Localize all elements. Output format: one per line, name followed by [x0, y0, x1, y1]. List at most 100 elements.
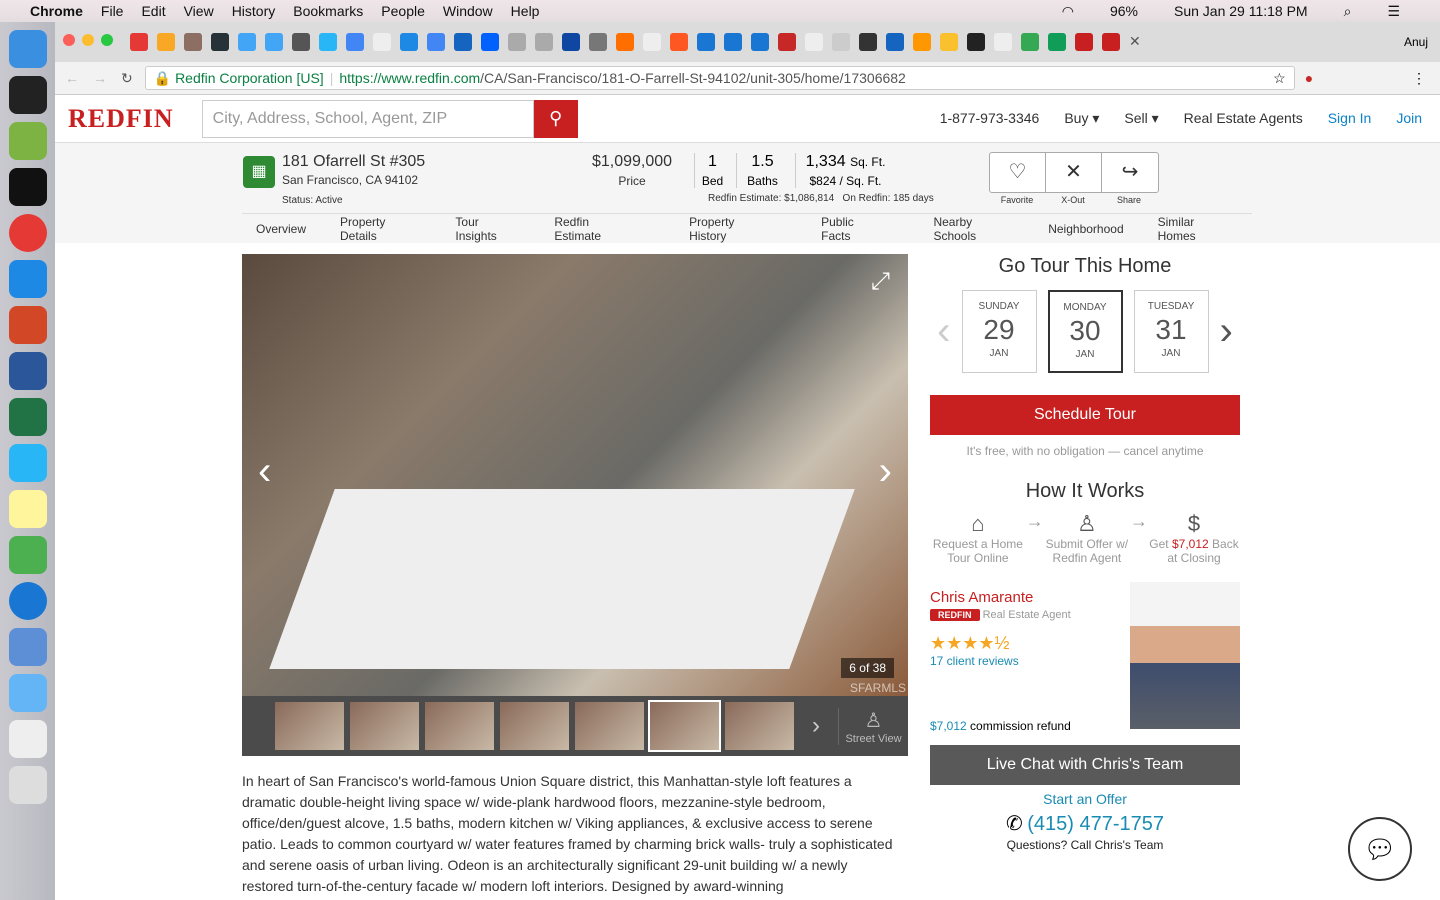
- tab-similar-homes[interactable]: Similar Homes: [1158, 215, 1232, 243]
- extensions-icon[interactable]: ●: [1305, 70, 1313, 86]
- tab-favicon[interactable]: [967, 33, 985, 51]
- menu-edit[interactable]: Edit: [141, 3, 165, 19]
- tab-favicon[interactable]: [670, 33, 688, 51]
- thumbnail[interactable]: [425, 702, 494, 750]
- folder-icon[interactable]: [9, 674, 47, 712]
- agents-link[interactable]: Real Estate Agents: [1184, 110, 1303, 127]
- prev-dates-icon[interactable]: ‹: [937, 309, 950, 354]
- join-link[interactable]: Join: [1396, 110, 1422, 127]
- refund-amount-link[interactable]: $7,012: [1172, 537, 1209, 551]
- tab-favicon[interactable]: [319, 33, 337, 51]
- bookmark-star-icon[interactable]: ☆: [1273, 70, 1286, 87]
- tab-favicon[interactable]: [859, 33, 877, 51]
- menu-view[interactable]: View: [184, 3, 214, 19]
- redfin-logo[interactable]: REDFIN: [68, 104, 174, 134]
- tab-favicon-active[interactable]: [1102, 33, 1120, 51]
- tab-favicon[interactable]: [805, 33, 823, 51]
- minimize-window-button[interactable]: [82, 34, 94, 46]
- lync-icon[interactable]: [9, 444, 47, 482]
- close-window-button[interactable]: [63, 34, 75, 46]
- share-button[interactable]: ↪: [1102, 153, 1158, 192]
- menu-dots-icon[interactable]: ⋮: [1412, 70, 1426, 87]
- activity-monitor-icon[interactable]: [9, 76, 47, 114]
- word-icon[interactable]: [9, 352, 47, 390]
- tab-favicon[interactable]: [400, 33, 418, 51]
- tab-favicon[interactable]: [1075, 33, 1093, 51]
- live-chat-button[interactable]: Live Chat with Chris's Team: [930, 745, 1240, 785]
- tab-nearby-schools[interactable]: Nearby Schools: [933, 215, 1014, 243]
- favorite-button[interactable]: ♡: [990, 153, 1046, 192]
- thumbnail[interactable]: [350, 702, 419, 750]
- tab-favicon[interactable]: [589, 33, 607, 51]
- tab-favicon[interactable]: [832, 33, 850, 51]
- menu-history[interactable]: History: [232, 3, 276, 19]
- menu-app[interactable]: Chrome: [30, 3, 83, 19]
- outlook-icon[interactable]: [9, 260, 47, 298]
- tab-favicon[interactable]: [292, 33, 310, 51]
- thumbnail[interactable]: [275, 702, 344, 750]
- tab-favicon[interactable]: [616, 33, 634, 51]
- date-option-sunday[interactable]: SUNDAY 29 JAN: [961, 290, 1037, 373]
- menu-people[interactable]: People: [381, 3, 425, 19]
- tab-tour-insights[interactable]: Tour Insights: [455, 215, 520, 243]
- tab-favicon[interactable]: [346, 33, 364, 51]
- menu-bookmarks[interactable]: Bookmarks: [293, 3, 363, 19]
- tab-favicon[interactable]: [211, 33, 229, 51]
- app-icon[interactable]: [9, 628, 47, 666]
- tab-favicon[interactable]: [238, 33, 256, 51]
- trash-icon[interactable]: [9, 766, 47, 804]
- tab-favicon[interactable]: [994, 33, 1012, 51]
- forward-icon[interactable]: →: [93, 70, 107, 86]
- next-dates-icon[interactable]: ›: [1220, 309, 1233, 354]
- vpn-icon[interactable]: [9, 536, 47, 574]
- schedule-tour-button[interactable]: Schedule Tour: [930, 395, 1240, 435]
- tab-favicon[interactable]: [724, 33, 742, 51]
- tab-favicon[interactable]: [184, 33, 202, 51]
- prev-photo-icon[interactable]: ‹: [258, 449, 271, 494]
- tab-favicon[interactable]: [751, 33, 769, 51]
- tab-favicon[interactable]: [778, 33, 796, 51]
- expand-icon[interactable]: ⤢: [871, 268, 890, 296]
- tab-favicon[interactable]: [913, 33, 931, 51]
- terminal-icon[interactable]: [9, 168, 47, 206]
- back-icon[interactable]: ←: [65, 70, 79, 86]
- safari-icon[interactable]: [9, 582, 47, 620]
- start-offer-link[interactable]: Start an Offer: [930, 791, 1240, 807]
- chat-bubble-button[interactable]: 💬︎: [1348, 817, 1412, 881]
- battery-percent[interactable]: 96%: [1110, 3, 1138, 20]
- buy-menu[interactable]: Buy ▾: [1064, 110, 1099, 127]
- next-photo-icon[interactable]: ›: [879, 449, 892, 494]
- tab-favicon[interactable]: [1048, 33, 1066, 51]
- excel-icon[interactable]: [9, 398, 47, 436]
- tab-favicon[interactable]: [535, 33, 553, 51]
- sign-in-link[interactable]: Sign In: [1328, 110, 1372, 127]
- property-photo[interactable]: ⤢ ‹ › 6 of 38 SFARMLS: [242, 254, 908, 696]
- redfin-estimate[interactable]: Redfin Estimate: $1,086,814: [708, 193, 834, 204]
- menu-help[interactable]: Help: [511, 3, 540, 19]
- tab-public-facts[interactable]: Public Facts: [821, 215, 883, 243]
- list-icon[interactable]: ☰: [1387, 3, 1400, 20]
- tab-favicon[interactable]: [562, 33, 580, 51]
- tab-property-history[interactable]: Property History: [689, 215, 771, 243]
- tab-favicon[interactable]: [508, 33, 526, 51]
- tab-favicon[interactable]: [373, 33, 391, 51]
- tab-favicon[interactable]: [130, 33, 148, 51]
- reload-icon[interactable]: ↻: [121, 70, 133, 87]
- tab-favicon[interactable]: [454, 33, 472, 51]
- date-option-monday-selected[interactable]: MONDAY 30 JAN: [1047, 290, 1123, 373]
- thumbnail[interactable]: [500, 702, 569, 750]
- thumbnail[interactable]: [575, 702, 644, 750]
- profile-name[interactable]: Anuj: [1404, 35, 1428, 49]
- clock[interactable]: Sun Jan 29 11:18 PM: [1174, 3, 1308, 20]
- notes-icon[interactable]: [9, 490, 47, 528]
- android-studio-icon[interactable]: [9, 122, 47, 160]
- phone-link[interactable]: 1-877-973-3346: [940, 110, 1040, 127]
- tab-favicon[interactable]: [886, 33, 904, 51]
- tab-favicon[interactable]: [481, 33, 499, 51]
- zoom-window-button[interactable]: [101, 34, 113, 46]
- close-tab-icon[interactable]: ✕: [1129, 33, 1141, 51]
- tab-redfin-estimate[interactable]: Redfin Estimate: [554, 215, 635, 243]
- tab-favicon[interactable]: [427, 33, 445, 51]
- search-input[interactable]: City, Address, School, Agent, ZIP: [201, 99, 534, 138]
- wifi-icon[interactable]: ◠: [1062, 3, 1074, 20]
